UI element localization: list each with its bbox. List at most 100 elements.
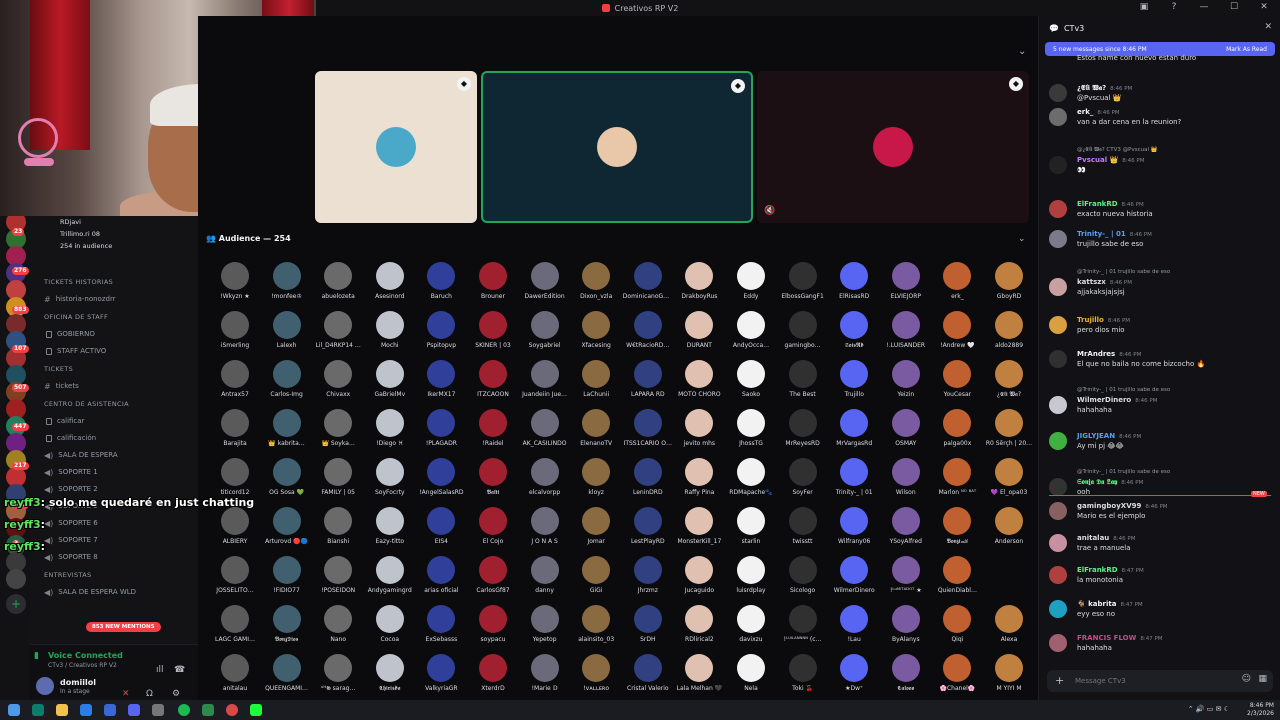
audience-member[interactable]: MrVargasRd (829, 409, 879, 447)
audience-member[interactable]: R0 Šērçh | 20… (984, 409, 1034, 447)
audience-member[interactable]: !Marie 𝔻 (520, 654, 570, 692)
speaker-tile[interactable]: ◆ (481, 71, 753, 223)
audience-member[interactable]: XterdrD (468, 654, 518, 692)
channel-category[interactable]: CENTRO DE ASISTENCIA (44, 400, 129, 408)
message-author[interactable]: MrAndres 8:46 PM (1077, 350, 1141, 358)
message-author[interactable]: gamingboyXV99 8:46 PM (1077, 502, 1168, 510)
audience-member[interactable]: Baruch (416, 262, 466, 300)
new-mentions-badge[interactable]: 853 NEW MENTIONS (86, 622, 161, 632)
message-author[interactable]: ElFrankRD 8:47 PM (1077, 566, 1144, 574)
stage-speaker[interactable]: 254 in audience (60, 242, 112, 250)
audience-member[interactable]: alainsito_03 (571, 605, 621, 643)
audience-member[interactable]: Juandeiin Jue… (520, 360, 570, 398)
audience-member[interactable]: LAPARA RD (623, 360, 673, 398)
stage-speaker[interactable]: Trillimo.ri 08 (60, 230, 100, 238)
audience-member[interactable]: 𝕭𝖔𝖓𝖟𝕯𝖎𝖔𝖘 (262, 605, 312, 644)
channel-item[interactable]: # historia-nonozdrr (30, 292, 198, 306)
spotify-icon[interactable] (178, 704, 190, 716)
audience-member[interactable]: QUEENGAMI… (262, 654, 312, 692)
audience-member[interactable]: Bianshi (313, 507, 363, 545)
audience-member[interactable]: !ᴸᵁᴵᴸᴬᴺᴺᴺᴺ (c… (778, 605, 828, 643)
help-icon[interactable]: ? (1166, 2, 1182, 12)
audience-member[interactable]: 💜 El_opa03 (984, 458, 1034, 496)
audience-member[interactable]: GaBrielMv (365, 360, 415, 398)
mic-muted-icon[interactable]: ✕ (122, 689, 130, 699)
speaker-tile[interactable]: ◆ (315, 71, 477, 223)
audience-member[interactable]: MonsterKill_17 (674, 507, 724, 545)
channel-item[interactable]: calificación (30, 431, 198, 445)
avatar[interactable] (1049, 156, 1067, 174)
chevron-down-icon[interactable]: ⌄ (1018, 46, 1026, 57)
audience-member[interactable]: Brouner (468, 262, 518, 300)
discord-icon[interactable] (128, 704, 140, 716)
avatar[interactable] (1049, 396, 1067, 414)
channel-category[interactable]: OFICINA DE STAFF (44, 313, 108, 321)
audience-member[interactable]: danny (520, 556, 570, 594)
channel-item[interactable]: calificar (30, 414, 198, 428)
message-author[interactable]: ¿𝕰𝖑𝖎 𝖂𝖆? 8:46 PM (1077, 84, 1132, 93)
audience-member[interactable]: El Cojo (468, 507, 518, 545)
audience-member[interactable]: 🌸Chanel🌸 (932, 654, 982, 692)
audience-member[interactable]: Pspitopvp (416, 311, 466, 349)
audience-member[interactable]: Raffy Pina (674, 458, 724, 496)
audience-member[interactable]: ByAlanys (881, 605, 931, 643)
add-server-icon[interactable]: + (6, 594, 26, 614)
channel-item[interactable]: GOBIERNO (30, 327, 198, 341)
audience-member[interactable]: DawerEdition (520, 262, 570, 300)
channel-item[interactable]: ◀) SALA DE ESPERA (30, 448, 198, 462)
server-icon[interactable] (6, 569, 26, 589)
message-author[interactable]: WilmerDinero 8:46 PM (1077, 396, 1157, 404)
audience-member[interactable]: gamingbo… (778, 311, 828, 349)
voice-connected-title[interactable]: Voice Connected (48, 651, 123, 660)
audience-member[interactable]: 𝕭𝖆𝖑𝖙𝖎 (468, 458, 518, 497)
audience-member[interactable]: Toki 🍒 (778, 654, 828, 692)
audience-member[interactable]: DominicanoGa… (623, 262, 673, 300)
channel-item[interactable]: ◀) SOPORTE 7 (30, 533, 198, 547)
audience-member[interactable]: ElenanoTV (571, 409, 621, 447)
mark-as-read-button[interactable]: Mark As Read (1226, 46, 1267, 53)
chevron-down-icon[interactable]: ⌄ (1018, 234, 1026, 244)
audience-member[interactable]: Xfacesing (571, 311, 621, 349)
message-author[interactable]: Pvscual 👑 8:46 PM (1077, 156, 1144, 164)
audience-member[interactable]: ITZCAOON (468, 360, 518, 398)
audience-member[interactable]: AndyOcca… (726, 311, 776, 349)
audience-member[interactable]: abuelozeta (313, 262, 363, 300)
audience-member[interactable]: Jhrzmz (623, 556, 673, 594)
avatar[interactable] (1049, 600, 1067, 618)
audience-member[interactable]: ★Dw⁺ (829, 654, 879, 692)
audience-member[interactable]: Chivaxx (313, 360, 363, 398)
close-button[interactable]: ✕ (1256, 2, 1272, 12)
audience-member[interactable]: !Lau (829, 605, 879, 643)
audience-member[interactable]: SoyFer (778, 458, 828, 496)
audience-member[interactable]: Andygamingrd (365, 556, 415, 594)
channel-category[interactable]: TICKETS HISTORIAS (44, 278, 113, 286)
reply-preview[interactable]: @Trinity-_ | 01 trujillo sabe de eso (1077, 269, 1170, 275)
audience-member[interactable]: The Best (778, 360, 828, 398)
add-attachment-icon[interactable]: + (1055, 674, 1064, 687)
audience-member[interactable]: LaChunii (571, 360, 621, 398)
audience-member[interactable]: !ᴸᵘᴹᴵᵀᴬᴰᴼᵀ ★ (881, 556, 931, 594)
avatar[interactable] (1049, 350, 1067, 368)
audience-member[interactable]: LeninDRD (623, 458, 673, 496)
audience-member[interactable]: 𝕾𝖔𝖎𝖘𝕽𝖉 (829, 311, 879, 350)
message-author[interactable]: kattszx 8:46 PM (1077, 278, 1132, 286)
message-author[interactable]: ElFrankRD 8:46 PM (1077, 200, 1144, 208)
app-icon[interactable] (104, 704, 116, 716)
audience-member[interactable]: 👑 kabrita… (262, 409, 312, 447)
audience-member[interactable]: kloyz (571, 458, 621, 496)
edge-icon[interactable] (80, 704, 92, 716)
close-icon[interactable]: ✕ (1264, 22, 1272, 32)
channel-category[interactable]: TICKETS (44, 365, 73, 373)
avatar[interactable] (1049, 108, 1067, 126)
audience-member[interactable]: arias oficial (416, 556, 466, 594)
audience-member[interactable]: SoyFocrty (365, 458, 415, 496)
audience-member[interactable]: SrDH (623, 605, 673, 643)
speaker-tile[interactable]: ◆ (757, 71, 1029, 223)
signal-icon[interactable]: ▮ (34, 651, 39, 661)
audience-member[interactable]: Mochi (365, 311, 415, 349)
audience-member[interactable]: Trinity-_ | 01 (829, 458, 879, 496)
audience-member[interactable]: RDMapache🐾 (726, 458, 776, 496)
audience-member[interactable]: 𝕮𝖍𝖎𝖗𝖎𝖘𝖉𝖆 (365, 654, 415, 693)
message-author[interactable]: FRANCIS FLOW 8:47 PM (1077, 634, 1163, 642)
audience-member[interactable]: Trujillo (829, 360, 879, 398)
